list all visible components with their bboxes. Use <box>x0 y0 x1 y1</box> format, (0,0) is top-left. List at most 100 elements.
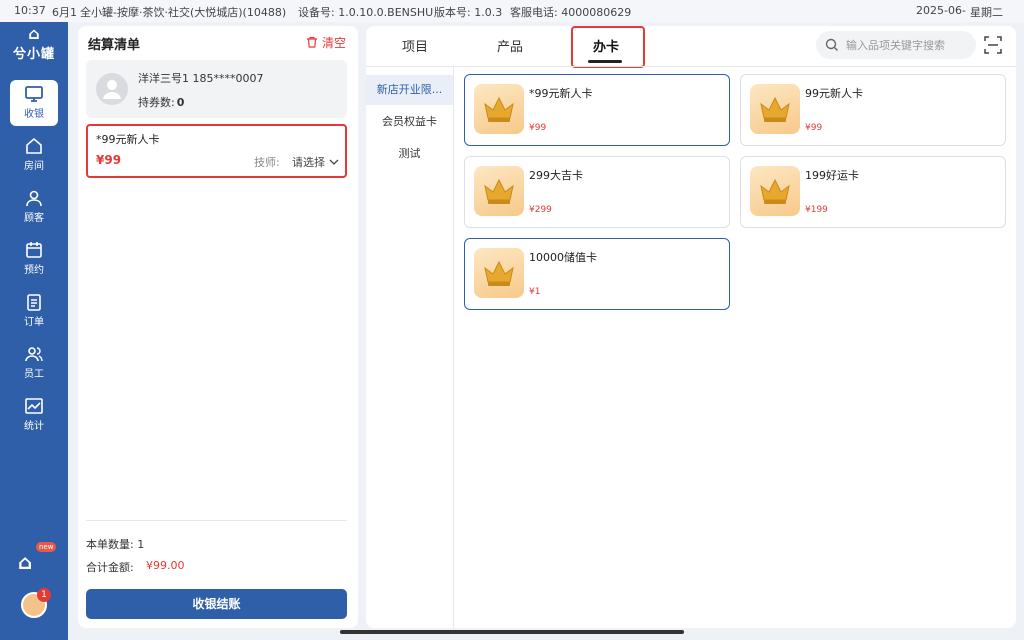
card-price: ¥299 <box>529 205 552 215</box>
clear-label: 清空 <box>321 36 346 50</box>
member-card[interactable]: 洋洋三号1 185****0007 持券数: 0 <box>86 60 347 118</box>
logo-mark-icon: ⌂ <box>28 24 40 43</box>
divider <box>86 520 347 521</box>
status-datetime: 2025-06- <box>916 4 966 17</box>
status-bar: 10:37 6月1 全小罐-按摩·茶饮·社交(大悦城店)(10488) 设备号:… <box>0 0 1024 22</box>
card-price: ¥99 <box>529 123 547 133</box>
chart-icon <box>25 398 43 414</box>
card-item[interactable]: 99元新人卡 ¥99 <box>740 74 1006 146</box>
search-box[interactable] <box>816 31 976 59</box>
notification-badge: 1 <box>37 588 51 602</box>
sidebar-item-customers[interactable]: 顾客 <box>10 184 58 230</box>
total-amount: ¥99.00 <box>146 559 185 572</box>
cart-item[interactable]: *99元新人卡 ¥99 技师: 请选择 <box>86 124 347 178</box>
card-item[interactable]: *99元新人卡 ¥99 <box>464 74 730 146</box>
tab-products[interactable]: 产品 <box>497 36 523 55</box>
card-title: 10000储值卡 <box>529 251 597 264</box>
card-price: ¥99 <box>805 123 823 133</box>
crown-icon <box>484 260 514 286</box>
tab-divider <box>366 66 1016 67</box>
member-name: 洋洋三号1 185****0007 <box>138 72 264 85</box>
scan-icon <box>984 36 1002 54</box>
checkout-panel: 结算清单 清空 洋洋三号1 185****0007 持券数: 0 *99元新人卡 … <box>78 26 358 628</box>
scan-button[interactable] <box>982 34 1004 56</box>
card-price: ¥199 <box>805 205 828 215</box>
sidebar-item-label: 统计 <box>24 421 44 432</box>
app-logo: ⌂ 兮小罐 <box>10 22 58 70</box>
monitor-icon <box>25 86 43 102</box>
total-label: 合计金额: <box>86 561 134 574</box>
card-thumbnail <box>750 84 800 134</box>
cart-item-price: ¥99 <box>96 153 122 167</box>
status-time: 10:37 <box>14 4 46 17</box>
card-thumbnail <box>750 166 800 216</box>
product-panel: 项目 产品 办卡 新店开业限... 会员权益卡 测试 *99元新人卡 ¥99 9… <box>366 26 1016 628</box>
member-coupons: 持券数: 0 <box>138 94 184 110</box>
technician-select[interactable]: 请选择 <box>292 154 339 170</box>
user-avatar[interactable]: 1 <box>21 588 51 618</box>
sidebar-item-label: 员工 <box>24 369 44 380</box>
sidebar-item-label: 顾客 <box>24 213 44 224</box>
new-badge: new <box>36 542 57 552</box>
card-title: 199好运卡 <box>805 169 859 182</box>
service-phone: 客服电话: 4000080629 <box>510 6 632 19</box>
sidebar-item-label: 预约 <box>24 265 44 276</box>
sidebar-item-booking[interactable]: 预约 <box>10 236 58 282</box>
person-icon <box>26 190 42 207</box>
tab-items[interactable]: 项目 <box>402 36 428 55</box>
sidebar: ⌂ 兮小罐 收银 房间 顾客 预约 订单 员工 统计 ⌂ new 1 <box>0 22 68 640</box>
home-indicator[interactable] <box>340 630 684 634</box>
group-icon <box>25 347 43 362</box>
sidebar-item-rooms[interactable]: 房间 <box>10 132 58 178</box>
card-thumbnail <box>474 248 524 298</box>
calendar-icon <box>26 242 42 258</box>
trash-icon <box>307 36 318 48</box>
card-thumbnail <box>474 84 524 134</box>
card-price: ¥1 <box>529 287 541 297</box>
card-item[interactable]: 199好运卡 ¥199 <box>740 156 1006 228</box>
member-avatar <box>96 73 128 105</box>
clipboard-icon <box>27 294 41 311</box>
technician-label: 技师: <box>254 156 280 169</box>
home-icon <box>26 137 42 154</box>
card-title: *99元新人卡 <box>529 87 593 100</box>
coupon-label: 持券数: <box>138 96 175 109</box>
category-test[interactable]: 测试 <box>366 139 453 169</box>
category-list: 新店开业限... 会员权益卡 测试 <box>366 67 454 628</box>
store-name: 全小罐-按摩·茶饮·社交(大悦城店)(10488) <box>80 6 287 19</box>
search-icon <box>825 38 838 51</box>
category-member-card[interactable]: 会员权益卡 <box>366 107 453 137</box>
promo-icon: ⌂ <box>18 550 33 574</box>
sidebar-item-orders[interactable]: 订单 <box>10 288 58 334</box>
sidebar-item-cashier[interactable]: 收银 <box>10 80 58 126</box>
card-thumbnail <box>474 166 524 216</box>
sidebar-item-label: 房间 <box>24 161 44 172</box>
logo-text: 兮小罐 <box>12 47 55 62</box>
category-new-store[interactable]: 新店开业限... <box>366 75 453 105</box>
crown-icon <box>760 96 790 122</box>
promo-button[interactable]: ⌂ new <box>18 542 57 578</box>
status-date: 6月1 <box>52 6 77 19</box>
card-item[interactable]: 299大吉卡 ¥299 <box>464 156 730 228</box>
sidebar-item-stats[interactable]: 统计 <box>10 392 58 438</box>
tab-highlight-box <box>571 26 645 68</box>
checkout-button[interactable]: 收银结账 <box>86 589 347 619</box>
card-item[interactable]: 10000储值卡 ¥1 <box>464 238 730 310</box>
crown-icon <box>484 178 514 204</box>
search-input[interactable] <box>846 37 970 53</box>
cart-item-name: *99元新人卡 <box>96 133 160 146</box>
default-avatar-icon <box>103 80 121 99</box>
card-title: 99元新人卡 <box>805 87 863 100</box>
sidebar-item-label: 收银 <box>24 109 44 120</box>
crown-icon <box>484 96 514 122</box>
clear-button[interactable]: 清空 <box>306 34 346 51</box>
sidebar-item-label: 订单 <box>24 317 44 328</box>
coupon-count: 0 <box>176 96 185 109</box>
checkout-title: 结算清单 <box>88 38 141 53</box>
device-number: 设备号: 1.0.10.0.BENSHU <box>298 6 434 19</box>
version-number: 版本号: 1.0.3 <box>434 6 503 19</box>
card-title: 299大吉卡 <box>529 169 583 182</box>
sidebar-item-staff[interactable]: 员工 <box>10 340 58 386</box>
order-quantity: 本单数量: 1 <box>86 538 145 551</box>
status-weekday: 星期二 <box>970 6 1003 19</box>
